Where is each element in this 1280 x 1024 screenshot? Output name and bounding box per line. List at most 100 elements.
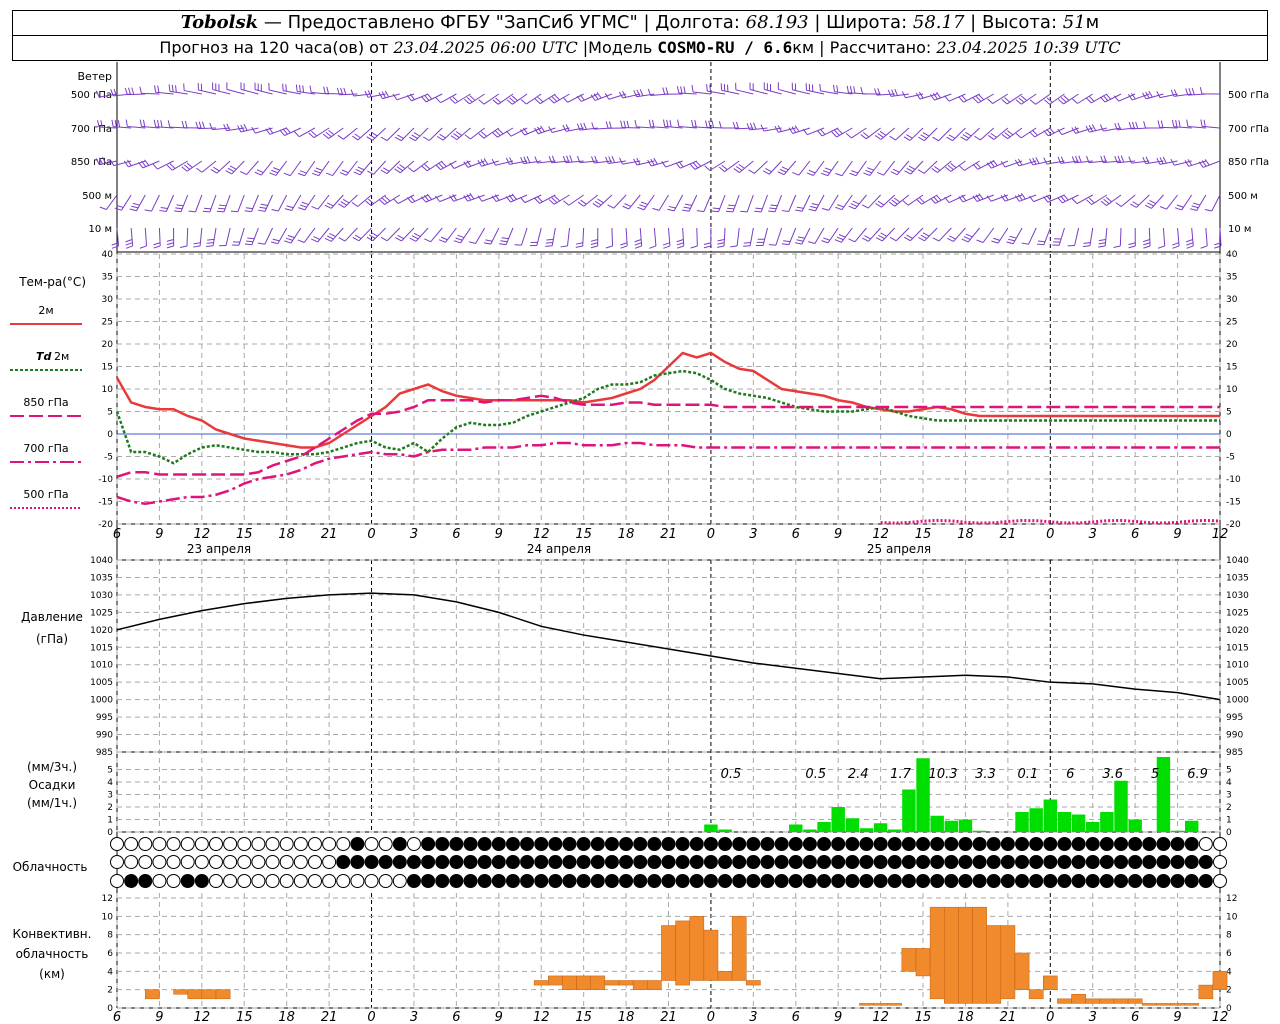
wind-barb-feather — [312, 172, 319, 177]
cloud-symbol — [1071, 837, 1086, 851]
legend-label: 2м — [54, 350, 69, 363]
wind-barb-feather — [864, 235, 871, 240]
wind-barb-feather — [1098, 245, 1106, 248]
wind-barb-feather — [282, 128, 288, 135]
wind-barb-feather — [546, 238, 554, 241]
wind-barb — [1019, 194, 1037, 202]
wind-barb — [732, 194, 740, 213]
wind-barb-feather — [821, 240, 829, 244]
legend-label: 850 гПа — [23, 396, 68, 409]
conv-bar — [887, 1003, 903, 1006]
cloud-symbol — [689, 855, 704, 869]
wind-barb-feather — [326, 86, 329, 94]
temp-tick-label: 20 — [1226, 340, 1238, 350]
wind-barb — [583, 194, 599, 207]
cloud-symbol — [1156, 855, 1171, 869]
precip-3h-label: 3.3 — [975, 767, 996, 782]
time-tick-label: 0 — [1046, 1010, 1054, 1024]
time-tick-label: 9 — [495, 1010, 503, 1024]
wind-barb-feather — [1071, 198, 1078, 205]
cloud-symbol — [887, 855, 902, 869]
cloud-symbol — [859, 874, 874, 888]
wind-barb-feather — [738, 163, 745, 169]
wind-barb-feather — [718, 166, 725, 172]
wind-barb-feather — [270, 241, 278, 245]
precip-3h-label: 10.3 — [929, 767, 958, 782]
wind-barb-feather — [597, 198, 604, 204]
wind-barb — [538, 127, 556, 135]
cloud-symbol — [930, 837, 945, 851]
wind-barb-feather — [413, 132, 421, 137]
wind-barb — [688, 194, 698, 212]
wind-barb-feather — [1102, 95, 1109, 101]
wind-barb-feather — [922, 132, 930, 137]
wind-barb — [536, 227, 542, 246]
wind-barb-feather — [457, 234, 465, 239]
wind-barb-feather — [712, 207, 720, 210]
wind-barb — [136, 194, 146, 211]
wind-barb-feather — [675, 162, 681, 169]
precip-tick-label: 3 — [1226, 791, 1232, 801]
cloud-symbol — [1085, 855, 1100, 869]
cloud-symbol — [406, 837, 421, 851]
wind-barb-feather — [958, 96, 964, 103]
wind-barb-feather — [353, 171, 361, 176]
conv-bar — [929, 906, 945, 1000]
wind-barb-feather — [218, 207, 226, 210]
wind-barb-feather — [636, 89, 641, 97]
wind-barb-feather — [409, 195, 416, 202]
wind-barb-feather — [875, 202, 882, 208]
wind-barb-feather — [743, 242, 751, 244]
conv-tick-label: 12 — [102, 894, 113, 904]
wind-barb-feather — [890, 171, 898, 176]
wind-barb — [1151, 194, 1164, 209]
wind-barb-feather — [590, 245, 598, 249]
wind-barb-feather — [665, 87, 669, 95]
wind-barb-feather — [284, 240, 292, 244]
wind-barb-feather — [1037, 240, 1046, 243]
wind-barb — [1211, 194, 1221, 212]
wind-barb-feather — [380, 169, 388, 175]
wind-barb-feather — [338, 203, 345, 208]
wind-barb-feather — [324, 237, 332, 242]
wind-level-label: 500 гПа — [1228, 90, 1269, 101]
wind-barb-feather — [293, 131, 300, 138]
wind-barb-feather — [186, 162, 193, 168]
temp-tick-label: 15 — [1226, 363, 1237, 373]
conv-bar — [731, 916, 747, 981]
wind-barb-feather — [168, 84, 171, 92]
cloud-symbol — [590, 855, 605, 869]
cloud-symbol — [166, 874, 181, 888]
conv-bar — [1000, 925, 1016, 1000]
cloud-symbol — [293, 855, 308, 869]
wind-barb-feather — [975, 162, 982, 169]
wind-barb — [151, 194, 160, 212]
cloud-symbol — [378, 837, 393, 851]
cloud-symbol — [1114, 855, 1129, 869]
cloud-symbol — [322, 855, 337, 869]
wind-barb-feather — [950, 162, 957, 169]
wind-barb — [854, 194, 867, 210]
wind-barb-feather — [676, 86, 680, 94]
time-tick-label: 12 — [872, 1010, 889, 1024]
wind-barb-feather — [810, 205, 818, 209]
wind-barb-feather — [692, 162, 699, 169]
wind-barb-feather — [845, 132, 852, 139]
cloud-symbol — [110, 837, 124, 851]
wind-barb-feather — [1105, 93, 1112, 100]
wind-barb-feather — [1147, 202, 1154, 207]
temp-tick-label: 30 — [102, 295, 114, 305]
wind-barb-feather — [506, 99, 513, 105]
time-tick-label: 3 — [749, 1010, 757, 1024]
wind-barb-feather — [499, 243, 507, 246]
wind-barb-feather — [279, 129, 285, 136]
wind-barb — [613, 194, 627, 209]
conv-bar — [746, 980, 761, 986]
wind-barb-feather — [946, 136, 953, 142]
wind-barb-feather — [176, 204, 184, 207]
cloud-symbol — [548, 837, 563, 851]
wind-barb-feather — [992, 159, 998, 166]
wind-barb-feather — [423, 136, 430, 141]
wind-barb — [216, 160, 231, 174]
wind-barb-feather — [683, 206, 691, 209]
